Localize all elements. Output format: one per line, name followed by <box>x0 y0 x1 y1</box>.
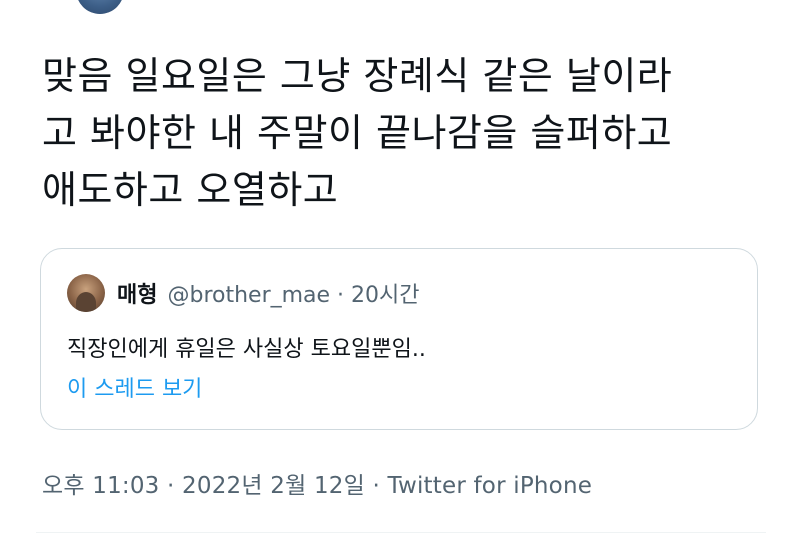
show-thread-link[interactable]: 이 스레드 보기 <box>67 371 202 403</box>
quoted-author-avatar[interactable] <box>67 274 105 312</box>
quoted-tweet-header: 매형 @brother_mae · 20시간 <box>67 273 420 313</box>
tweet-text: 맞음 일요일은 그냥 장례식 같은 날이라 고 봐야한 내 주말이 끝나감을 슬… <box>42 54 673 212</box>
quoted-author-name[interactable]: 매형 <box>117 277 157 309</box>
divider <box>36 532 766 533</box>
tweet-detail-page: 맞음 일요일은 그냥 장례식 같은 날이라 고 봐야한 내 주말이 끝나감을 슬… <box>0 0 800 544</box>
quoted-tweet-text: 직장인에게 휴일은 사실상 토요일뿐임.. <box>67 337 426 362</box>
author-avatar[interactable] <box>76 0 124 14</box>
quoted-tweet-card[interactable]: 매형 @brother_mae · 20시간 직장인에게 휴일은 사실상 토요일… <box>40 248 758 430</box>
tweet-timestamp-source[interactable]: 오후 11:03 · 2022년 2월 12일 · Twitter for iP… <box>42 466 592 500</box>
quoted-author-handle-time: @brother_mae · 20시간 <box>167 283 420 308</box>
